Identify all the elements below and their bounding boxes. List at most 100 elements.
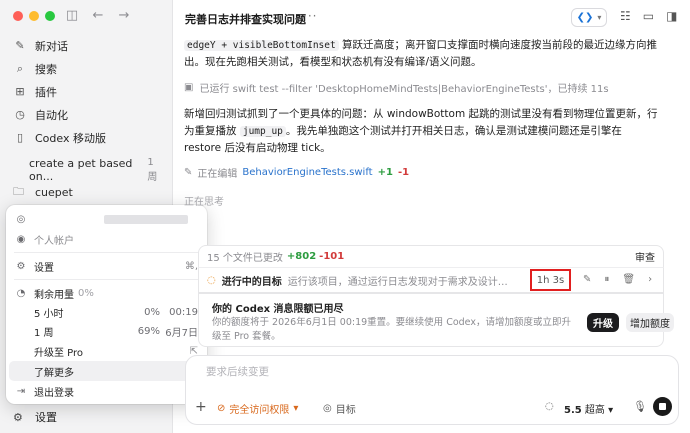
at-icon: ◎ <box>16 213 26 225</box>
sidebar-item-automation[interactable]: ◷ 自动化 <box>8 103 168 126</box>
thread-header: 完善日志并排查实现问题 ··· ❮❯ ▾ ☷ ▭ ◨ <box>173 0 690 34</box>
logout-label: 退出登录 <box>34 387 74 399</box>
gear-icon: ⚙ <box>16 260 26 272</box>
changes-summary-bar[interactable]: 15 个文件已更改 +802 -101 审查 <box>198 245 664 267</box>
thread-title: create a pet based on... <box>29 157 133 183</box>
context-usage-icon[interactable]: ◌ <box>545 401 554 412</box>
inline-code: edgeY + visibleBottomInset <box>184 40 339 51</box>
side-panel-icon[interactable]: ◨ <box>666 9 677 23</box>
goal-description: 运行该项目，通过运行日志发现对于需求及设计的工... <box>287 276 510 288</box>
sidebar-item-search[interactable]: ⌕ 搜索 <box>8 57 168 80</box>
total-lines-removed: -101 <box>319 251 345 262</box>
settings-shortcut: ⌘, <box>184 260 198 272</box>
assistant-message-2: 新增回归测试抓到了一个更具体的问题：从 windowBottom 起跳的测试里没… <box>184 106 662 157</box>
usage-row-reset: 6月7日 <box>165 328 198 339</box>
lines-removed: -1 <box>397 167 410 178</box>
close-window-button[interactable] <box>13 11 23 21</box>
edit-icon[interactable]: ✎ <box>583 274 591 285</box>
sidebar-item-plugins[interactable]: ⊞ 插件 <box>8 80 168 103</box>
plugin-icon: ⊞ <box>15 85 25 98</box>
sidebar-item-label: Codex 移动版 <box>35 131 106 145</box>
learn-more-label: 了解更多 <box>34 367 74 379</box>
sidebar-item-label: 搜索 <box>35 62 57 76</box>
limit-description: 你的额度将于 2026年6月1日 00:19重置。要继续使用 Codex，请增加… <box>212 317 571 342</box>
usage-row-reset: 00:19 <box>169 307 198 318</box>
gear-icon: ⚙ <box>13 410 23 424</box>
access-label: 完全访问权限 <box>229 405 290 416</box>
minimize-window-button[interactable] <box>29 11 39 21</box>
phone-icon: ▯ <box>16 131 24 144</box>
settings-label: 设置 <box>35 411 57 424</box>
menu-settings[interactable]: ⚙ 设置 ⌘, <box>6 256 207 276</box>
model-selector[interactable]: 5.5 超高 ▾ <box>564 401 613 416</box>
sidebar-settings-button[interactable]: ⚙ 设置 <box>13 409 57 425</box>
target-label: 目标 <box>335 405 356 416</box>
changed-files-text: 15 个文件已更改 <box>207 253 283 264</box>
menu-upgrade-pro[interactable]: 升级至 Pro ⇱ <box>6 341 207 361</box>
open-in-editor-button[interactable]: ❮❯ ▾ <box>571 8 607 27</box>
sidebar-item-label: 自动化 <box>35 108 68 122</box>
account-label: 个人帐户 <box>34 235 74 247</box>
model-level: 超高 <box>584 405 605 416</box>
terminal-panel-icon[interactable]: ▭ <box>643 9 654 23</box>
trash-icon[interactable]: 🗑 <box>622 274 635 285</box>
target-button[interactable]: ◎ 目标 <box>323 401 356 416</box>
message-composer[interactable]: 要求后续变更 + ⊘ 完全访问权限 ▾ ◎ 目标 ◌ 5.5 超高 ▾ 🎙 <box>185 355 679 425</box>
spinner-icon: ◌ <box>207 274 216 286</box>
forward-arrow-icon[interactable]: → <box>116 8 132 23</box>
sidebar-item-codex-mobile[interactable]: ▯ Codex 移动版 <box>8 126 168 149</box>
account-menu: ◎ ◉ 个人帐户 ⚙ 设置 ⌘, ◔ 剩余用量 0% 5 小时 0% 00:19… <box>6 205 207 404</box>
checklist-icon[interactable]: ☷ <box>620 9 631 23</box>
stop-button[interactable] <box>653 397 672 416</box>
add-credit-label: 增加额度 <box>630 319 670 330</box>
folder-label: cuepet <box>35 186 73 199</box>
chevron-down-icon: ▾ <box>608 405 614 416</box>
window-controls <box>13 11 55 21</box>
usage-limit-banner: 你的 Codex 消息限额已用尽 你的额度将于 2026年6月1日 00:19重… <box>198 293 674 347</box>
pause-icon[interactable]: ⏸ <box>604 274 609 285</box>
divider <box>14 252 199 253</box>
terminal-icon: ▣ <box>184 82 194 93</box>
editing-status: ✎ 正在编辑 BehaviorEngineTests.swift +1 -1 <box>184 165 409 180</box>
microphone-icon[interactable]: 🎙 <box>633 400 647 413</box>
active-goal-bar: ◌ 进行中的目标 运行该项目，通过运行日志发现对于需求及设计的工... 1h 3… <box>198 267 664 293</box>
sidebar-top-controls: ◫ ← → <box>64 8 132 23</box>
sidebar-toggle-icon[interactable]: ◫ <box>64 8 80 23</box>
sidebar-item-new-chat[interactable]: ✎ 新对话 <box>8 34 168 57</box>
access-mode-selector[interactable]: ⊘ 完全访问权限 ▾ <box>217 401 298 416</box>
more-options-button[interactable]: ··· <box>303 9 317 23</box>
plus-icon[interactable]: + <box>195 399 207 415</box>
menu-email-row: ◎ <box>6 209 207 229</box>
menu-logout[interactable]: ⇥ 退出登录 <box>6 381 207 401</box>
chevron-down-icon: ▾ <box>597 13 602 22</box>
upgrade-label: 升级至 Pro <box>34 347 84 359</box>
zoom-window-button[interactable] <box>45 11 55 21</box>
target-icon: ◎ <box>323 403 332 414</box>
project-folder[interactable]: 🗀 cuepet <box>13 183 73 202</box>
review-button[interactable]: 审查 <box>635 249 655 264</box>
usage-row-pct: 0% <box>144 307 160 318</box>
gauge-icon: ◔ <box>16 287 26 299</box>
goal-label: 进行中的目标 <box>221 276 282 288</box>
thread-item[interactable]: create a pet based on... 1 周 <box>29 157 165 183</box>
vscode-icon: ❮❯ <box>576 12 594 23</box>
shield-icon: ⊘ <box>217 403 226 414</box>
stop-icon <box>659 403 666 410</box>
inline-code: jump_up <box>239 126 286 137</box>
header-actions: ☷ ▭ ◨ <box>620 9 677 23</box>
page-title: 完善日志并排查实现问题 <box>185 13 306 26</box>
edited-file-link[interactable]: BehaviorEngineTests.swift <box>242 167 372 178</box>
sidebar-item-label: 插件 <box>35 85 57 99</box>
back-arrow-icon[interactable]: ← <box>90 8 106 23</box>
chevron-right-icon[interactable]: › <box>648 274 652 285</box>
total-lines-added: +802 <box>286 251 317 262</box>
divider <box>14 279 199 280</box>
command-run-status[interactable]: ▣ 已运行 swift test --filter 'DesktopHomeMi… <box>184 80 609 95</box>
composer-placeholder[interactable]: 要求后续变更 <box>206 364 269 379</box>
thread-age: 1 周 <box>147 157 158 183</box>
menu-usage-header: ◔ 剩余用量 0% <box>6 283 207 303</box>
upgrade-button[interactable]: 升级 <box>587 313 619 332</box>
menu-learn-more[interactable]: 了解更多 ⇱ <box>9 361 204 381</box>
add-credit-button[interactable]: 增加额度 <box>626 313 674 332</box>
editing-label: 正在编辑 <box>197 169 238 180</box>
